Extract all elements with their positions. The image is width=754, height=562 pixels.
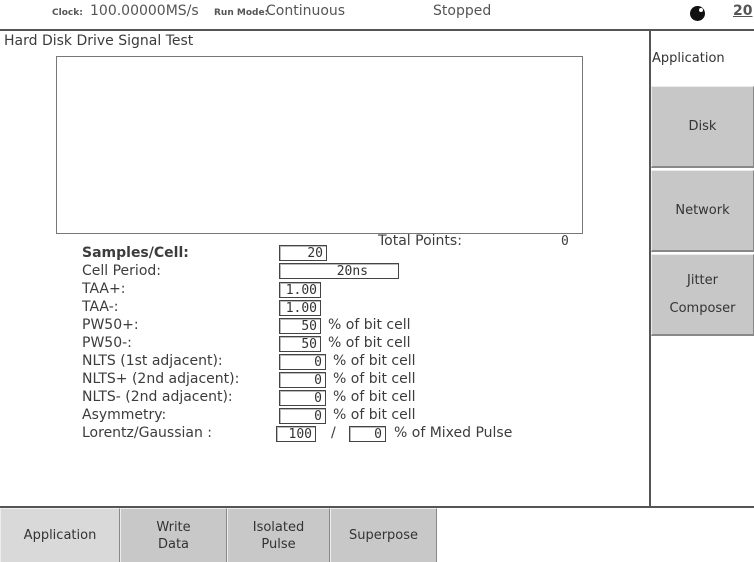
pw50-plus-field[interactable]: 50 [279,318,321,334]
asymmetry-label: Asymmetry: [82,407,167,423]
asymmetry-unit: % of bit cell [333,407,416,423]
samples-label: Samples/Cell: [82,245,189,261]
pw50-minus-label: PW50-: [82,335,132,351]
cell-period-field[interactable]: 20ns [279,263,399,279]
nlts2m-field[interactable]: 0 [279,390,326,406]
waveform-display [56,56,583,234]
nlts1-field[interactable]: 0 [279,354,326,370]
lorentz-field-1[interactable]: 100 [276,426,316,442]
nlts2p-unit: % of bit cell [333,371,416,387]
nlts1-label: NLTS (1st adjacent): [82,353,223,369]
side-panel-header: Application [652,51,725,66]
pw50-minus-unit: % of bit cell [328,335,411,351]
asymmetry-field[interactable]: 0 [279,408,326,424]
lorentz-separator: / [331,425,336,441]
tab-isolated-pulse[interactable]: Isolated Pulse [227,508,330,562]
run-state: Stopped [433,3,492,19]
knob-icon [690,6,705,21]
tab-write-data[interactable]: Write Data [120,508,227,562]
lorentz-field-2[interactable]: 0 [349,426,386,442]
nlts2m-label: NLTS- (2nd adjacent): [82,389,233,405]
status-number: 20 [733,3,753,19]
tab-superpose[interactable]: Superpose [330,508,437,562]
status-bar: Clock: 100.00000MS/s Run Mode: Continuou… [0,0,754,28]
taa-minus-field[interactable]: 1.00 [279,300,321,316]
side-button-disk[interactable]: Disk [651,86,754,168]
nlts2p-label: NLTS+ (2nd adjacent): [82,371,240,387]
lorentz-label: Lorentz/Gaussian : [82,425,213,441]
clock-value: 100.00000MS/s [90,3,199,19]
samples-field[interactable]: 20 [279,245,327,261]
side-button-jitter-composer[interactable]: Jitter Composer [651,254,754,336]
taa-plus-label: TAA+: [82,281,126,297]
nlts2p-field[interactable]: 0 [279,372,326,388]
taa-minus-label: TAA-: [82,299,119,315]
cell-period-label: Cell Period: [82,263,161,279]
nlts1-unit: % of bit cell [333,353,416,369]
tab-application[interactable]: Application [0,508,120,562]
pw50-plus-unit: % of bit cell [328,317,411,333]
nlts2m-unit: % of bit cell [333,389,416,405]
pw50-plus-label: PW50+: [82,317,139,333]
side-button-network[interactable]: Network [651,170,754,252]
taa-plus-field[interactable]: 1.00 [279,282,321,298]
clock-label: Clock: [52,8,83,18]
run-mode-label: Run Mode: [214,8,269,18]
pw50-minus-field[interactable]: 50 [279,336,321,352]
run-mode-value: Continuous [266,3,346,19]
status-divider [0,29,754,31]
lorentz-unit: % of Mixed Pulse [394,425,513,441]
page-title: Hard Disk Drive Signal Test [4,33,194,49]
total-points-value: 0 [561,234,569,249]
total-points-label: Total Points: [378,233,462,249]
